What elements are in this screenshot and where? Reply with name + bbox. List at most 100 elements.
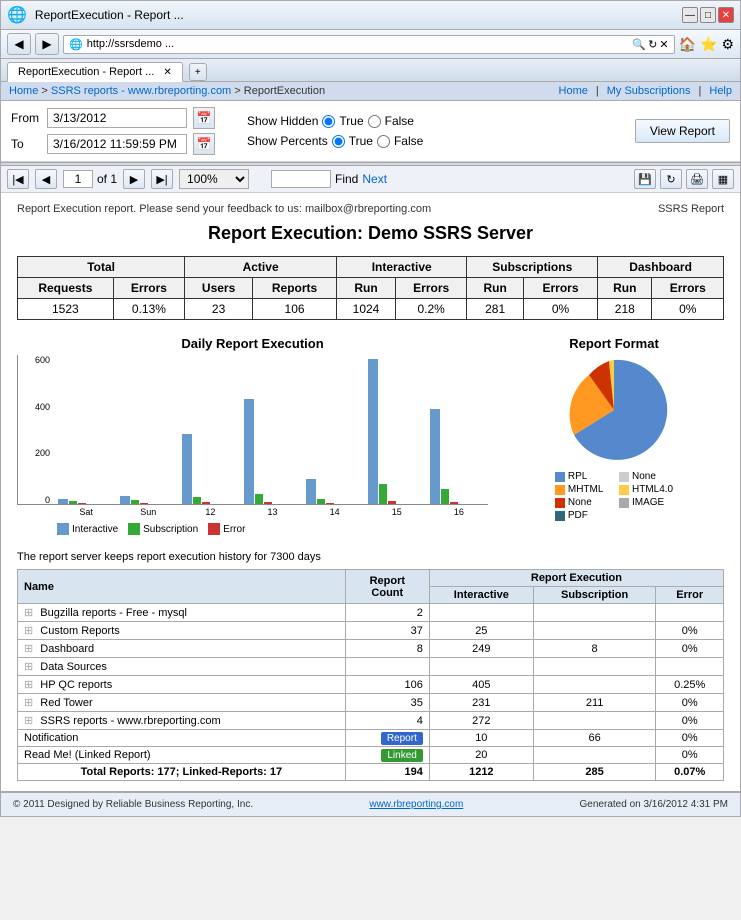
nav-subscriptions-link[interactable]: My Subscriptions: [607, 85, 691, 97]
bar-sun: [120, 496, 178, 504]
browser-logo: 🌐: [7, 5, 27, 25]
val-run-subscriptions: 281: [467, 299, 523, 320]
new-tab-button[interactable]: +: [189, 63, 207, 81]
pie-chart-container: Report Format: [504, 336, 724, 521]
subheader-run-dashboard: Run: [598, 278, 652, 299]
to-date-input[interactable]: [47, 134, 187, 154]
page-number-input[interactable]: [63, 170, 93, 188]
expand-icon[interactable]: ⊞: [24, 715, 33, 727]
find-input[interactable]: [271, 170, 331, 188]
history-note: The report server keeps report execution…: [17, 551, 724, 563]
tab-report-execution[interactable]: ReportExecution - Report ... ✕: [7, 62, 183, 82]
row-ssrs-count: 4: [345, 712, 429, 730]
row-name-text: Read Me! (Linked Report): [24, 749, 151, 761]
show-hidden-false-radio[interactable]: [368, 115, 381, 128]
bar-chart-bars: [17, 355, 488, 505]
row-custom-count: 37: [345, 622, 429, 640]
feedback-text: Report Execution report. Please send you…: [17, 203, 431, 215]
pie-legend-html40: HTML4.0: [619, 484, 673, 495]
x-label-15: 15: [368, 507, 426, 517]
close-button[interactable]: ✕: [718, 7, 734, 23]
val-run-dashboard: 218: [598, 299, 652, 320]
row-name-text: Data Sources: [40, 661, 107, 673]
window-controls: — □ ✕: [682, 7, 734, 23]
home-icon[interactable]: 🏠: [679, 36, 696, 53]
layout-button[interactable]: ▦: [712, 169, 734, 189]
row-name-text: Bugzilla reports - Free - mysql: [40, 607, 187, 619]
from-date-group: From 📅 To 📅: [11, 107, 215, 155]
subheader-run-interactive: Run: [337, 278, 396, 299]
pie-html40-dot: [619, 485, 629, 495]
zoom-select[interactable]: 100% 75% 150%: [179, 169, 249, 189]
row-name-text: HP QC reports: [40, 679, 112, 691]
back-button[interactable]: ◀: [7, 33, 31, 55]
next-find-link[interactable]: Next: [362, 172, 387, 186]
address-text: http://ssrsdemo ...: [87, 38, 174, 50]
expand-icon[interactable]: ⊞: [24, 607, 33, 619]
show-hidden-label: Show Hidden: [247, 114, 318, 128]
total-count: 194: [345, 764, 429, 781]
sub-col-interactive: Interactive: [429, 587, 533, 604]
prev-page-button[interactable]: ◀: [35, 169, 57, 189]
subheader-users: Users: [185, 278, 253, 299]
tab-close-icon[interactable]: ✕: [163, 67, 171, 78]
report-controls: From 📅 To 📅 Show Hidden True False Show …: [1, 101, 740, 162]
print-button[interactable]: 🖨: [686, 169, 708, 189]
row-notification-interactive: 10: [429, 730, 533, 747]
bar-chart-title: Daily Report Execution: [17, 336, 488, 351]
stop-icon[interactable]: ✕: [659, 38, 668, 51]
forward-button[interactable]: ▶: [35, 33, 59, 55]
table-row: ⊞ Bugzilla reports - Free - mysql 2: [18, 604, 724, 622]
to-calendar-button[interactable]: 📅: [193, 133, 215, 155]
row-dashboard-subscription: 8: [533, 640, 656, 658]
browser-action-icons: 🏠 ⭐ ⚙: [679, 36, 734, 53]
nav-help-link[interactable]: Help: [709, 85, 732, 97]
star-icon[interactable]: ⭐: [700, 36, 717, 53]
breadcrumb-home[interactable]: Home: [9, 85, 38, 97]
first-page-button[interactable]: |◀: [7, 169, 29, 189]
bar-sun-green: [131, 500, 139, 504]
next-page-button[interactable]: ▶: [123, 169, 145, 189]
show-percents-true-radio[interactable]: [332, 135, 345, 148]
row-bugzilla-interactive: [429, 604, 533, 622]
show-hidden-true-radio[interactable]: [322, 115, 335, 128]
from-date-input[interactable]: [47, 108, 187, 128]
from-calendar-button[interactable]: 📅: [193, 107, 215, 129]
sub-col-subscription: Subscription: [533, 587, 656, 604]
show-hidden-group: Show Hidden True False: [247, 114, 423, 128]
title-bar-left: 🌐 ReportExecution - Report ...: [7, 5, 184, 25]
val-errors-subscriptions: 0%: [523, 299, 597, 320]
breadcrumb-ssrs[interactable]: SSRS reports - www.rbreporting.com: [51, 85, 231, 97]
last-page-button[interactable]: ▶|: [151, 169, 173, 189]
table-row: Notification Report 10 66 0%: [18, 730, 724, 747]
row-hpqc-count: 106: [345, 676, 429, 694]
row-readme-count: Linked: [345, 747, 429, 764]
refresh-button[interactable]: ↻: [660, 169, 682, 189]
row-redtower-error: 0%: [656, 694, 724, 712]
address-bar[interactable]: 🌐 http://ssrsdemo ... 🔍 ↻ ✕: [63, 35, 675, 54]
title-bar: 🌐 ReportExecution - Report ... — □ ✕: [1, 1, 740, 30]
expand-icon[interactable]: ⊞: [24, 679, 33, 691]
nav-home-link[interactable]: Home: [559, 85, 588, 97]
pie-none-label: None: [632, 471, 656, 482]
header-active: Active: [185, 257, 337, 278]
readme-badge: Linked: [381, 749, 422, 762]
show-percents-false-radio[interactable]: [377, 135, 390, 148]
minimize-button[interactable]: —: [682, 7, 698, 23]
expand-icon[interactable]: ⊞: [24, 625, 33, 637]
val-reports: 106: [253, 299, 337, 320]
report-content: Report Execution report. Please send you…: [1, 193, 740, 791]
subheader-requests: Requests: [18, 278, 114, 299]
y-label-600: 600: [35, 355, 50, 365]
expand-icon[interactable]: ⊞: [24, 643, 33, 655]
expand-icon[interactable]: ⊞: [24, 697, 33, 709]
expand-icon[interactable]: ⊞: [24, 661, 33, 673]
settings-icon[interactable]: ⚙: [721, 36, 734, 53]
refresh-icon[interactable]: ↻: [648, 38, 657, 51]
footer-website[interactable]: www.rbreporting.com: [369, 799, 463, 810]
table-row: ⊞ Red Tower 35 231 211 0%: [18, 694, 724, 712]
x-label-12: 12: [181, 507, 239, 517]
export-button[interactable]: 💾: [634, 169, 656, 189]
view-report-button[interactable]: View Report: [635, 119, 730, 143]
maximize-button[interactable]: □: [700, 7, 716, 23]
